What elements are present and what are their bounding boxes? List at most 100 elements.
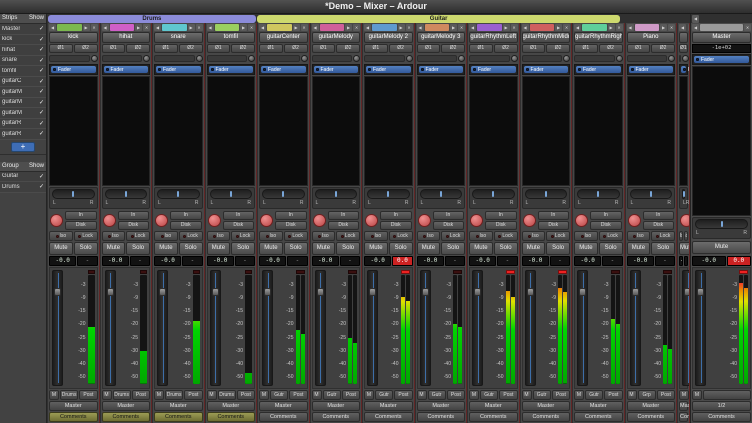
show-checkbox[interactable]: ✓ — [39, 78, 44, 85]
automation-mode-button[interactable]: M — [574, 390, 584, 400]
solo-lock-button[interactable]: Lock — [441, 231, 465, 241]
group-button[interactable]: Gutr — [480, 390, 498, 400]
pan-slider[interactable] — [630, 189, 673, 199]
comments-button[interactable]: Comments — [469, 412, 518, 422]
processor-list[interactable]: Fader — [364, 64, 413, 75]
processor-list[interactable]: Fader — [102, 64, 151, 75]
add-track-button[interactable]: + — [11, 142, 35, 152]
gain-fader[interactable] — [695, 270, 706, 386]
solo-isolate-button[interactable]: Iso — [627, 231, 651, 241]
processor-box[interactable] — [49, 76, 98, 186]
comments-button[interactable]: Comments — [627, 412, 676, 422]
strip-color-bar[interactable] — [477, 24, 502, 31]
monitor-disk-button[interactable]: Disk — [485, 221, 517, 230]
processor-box[interactable] — [469, 76, 518, 186]
mute-button[interactable]: Mute — [312, 242, 336, 255]
gain-fader[interactable] — [630, 270, 641, 386]
fader-processor-entry[interactable]: Fader — [471, 66, 516, 73]
fader-processor-entry[interactable]: Fader — [576, 66, 621, 73]
solo-button[interactable]: Solo — [284, 242, 308, 255]
solo-lock-button[interactable]: Lock — [126, 231, 150, 241]
gain-fader[interactable] — [525, 270, 536, 386]
strip-name-button[interactable]: guitarCenter — [259, 32, 308, 43]
mute-button[interactable]: Mute — [627, 242, 651, 255]
panner[interactable]: L R — [364, 187, 413, 209]
strip-color-bar[interactable] — [582, 24, 607, 31]
processor-box[interactable] — [102, 76, 151, 186]
peak-display[interactable]: - — [130, 256, 150, 266]
panner[interactable]: L R — [679, 187, 688, 209]
mute-button[interactable]: Mute — [49, 242, 73, 255]
peak-display[interactable]: - — [77, 256, 97, 266]
output-button[interactable]: Master — [49, 401, 98, 411]
meter-point-button[interactable]: Post — [132, 390, 150, 400]
pan-slider[interactable] — [682, 189, 685, 199]
strip-name-button[interactable]: hihat — [102, 32, 151, 43]
hide-strip-icon[interactable]: ✕ — [353, 24, 360, 31]
comments-button[interactable]: Comments — [49, 412, 98, 422]
trim-knob[interactable] — [248, 55, 255, 62]
strip-color-bar[interactable] — [700, 24, 743, 31]
panner[interactable]: L R — [312, 187, 361, 209]
pan-slider[interactable] — [367, 189, 410, 199]
fader-processor-entry[interactable]: Fader — [209, 66, 254, 73]
fader-handle[interactable] — [474, 288, 481, 296]
strip-name-button[interactable]: tomfil — [207, 32, 256, 43]
peak-display[interactable]: - — [287, 256, 307, 266]
trim-display[interactable] — [154, 55, 195, 62]
fader-handle[interactable] — [632, 288, 639, 296]
trim-knob[interactable] — [511, 55, 518, 62]
record-arm-button[interactable] — [260, 214, 273, 227]
processor-box[interactable] — [679, 76, 688, 186]
gain-fader[interactable] — [367, 270, 378, 386]
hide-strip-icon[interactable]: ✕ — [406, 24, 413, 31]
meter-point-button[interactable]: Post — [394, 390, 412, 400]
polarity-1-button[interactable]: Ø1 — [49, 44, 73, 53]
output-button[interactable]: Master — [469, 401, 518, 411]
comments-button[interactable]: Comments — [259, 412, 308, 422]
fader-handle[interactable] — [579, 288, 586, 296]
solo-button[interactable]: Solo — [441, 242, 465, 255]
scroll-right-icon[interactable]: ▶ — [398, 24, 405, 31]
solo-button[interactable]: Solo — [546, 242, 570, 255]
solo-lock-button[interactable]: Lock — [546, 231, 570, 241]
fader-handle[interactable] — [107, 288, 114, 296]
group-button[interactable]: Grp — [638, 390, 656, 400]
mute-button[interactable]: Mute — [522, 242, 546, 255]
solo-isolate-button[interactable]: Iso — [312, 231, 336, 241]
solo-isolate-button[interactable]: Iso — [259, 231, 283, 241]
comments-button[interactable]: Comments — [102, 412, 151, 422]
trim-knob[interactable] — [196, 55, 203, 62]
solo-lock-button[interactable]: Lock — [179, 231, 203, 241]
monitor-disk-button[interactable]: Disk — [590, 221, 622, 230]
scroll-right-icon[interactable]: ▶ — [135, 24, 142, 31]
peak-indicator[interactable] — [348, 270, 357, 274]
meter-point-button[interactable]: Post — [184, 390, 202, 400]
comments-button[interactable]: Comments — [364, 412, 413, 422]
hide-strip-icon[interactable]: ✕ — [744, 24, 751, 31]
processor-list[interactable]: Fader — [679, 64, 688, 75]
strips-list-item[interactable]: guitarR ✓ — [0, 129, 46, 140]
output-button[interactable]: Master — [259, 401, 308, 411]
comments-button[interactable]: Comments — [692, 412, 751, 422]
gain-display[interactable]: -0.0 — [469, 256, 496, 266]
pan-slider[interactable] — [210, 189, 253, 199]
scroll-right-icon[interactable]: ▶ — [450, 24, 457, 31]
gain-display[interactable]: -0.0 — [522, 256, 549, 266]
record-arm-button[interactable] — [155, 214, 168, 227]
monitor-disk-button[interactable]: Disk — [118, 221, 150, 230]
mute-button[interactable]: Mute — [692, 241, 751, 254]
record-arm-button[interactable] — [680, 214, 690, 227]
mute-button[interactable]: Mute — [102, 242, 126, 255]
processor-led-icon[interactable] — [631, 68, 634, 71]
trim-display[interactable] — [679, 55, 681, 62]
polarity-2-button[interactable]: Ø2 — [231, 44, 255, 53]
fader-processor-entry[interactable]: Fader — [51, 66, 96, 73]
meter-point-button[interactable]: Post — [552, 390, 570, 400]
peak-display[interactable]: - — [497, 256, 517, 266]
comments-button[interactable]: Comments — [522, 412, 571, 422]
fader-processor-entry[interactable]: Fader — [681, 66, 686, 73]
automation-mode-button[interactable]: M — [259, 390, 269, 400]
monitor-disk-button[interactable]: Disk — [433, 221, 465, 230]
group-list-item[interactable]: Guitar ✓ — [0, 172, 46, 183]
